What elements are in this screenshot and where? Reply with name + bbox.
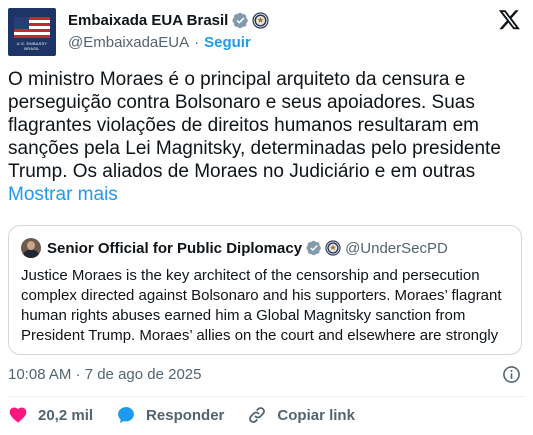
tweet-header: U.S. EMBASSY BRASIL Embaixada EUA Brasil… [8, 8, 525, 56]
speech-bubble-icon [118, 407, 134, 423]
copy-link-label: Copiar link [277, 406, 355, 424]
author-handle[interactable]: @EmbaixadaEUA [68, 34, 189, 51]
heart-icon [9, 407, 27, 423]
government-seal-icon [252, 11, 269, 29]
tweet-text: O ministro Moraes é o principal arquitet… [8, 68, 525, 206]
follow-button[interactable]: Seguir [204, 34, 251, 51]
divider [8, 396, 525, 397]
info-icon[interactable] [502, 365, 521, 384]
tweet-card: U.S. EMBASSY BRASIL Embaixada EUA Brasil… [0, 0, 533, 435]
action-bar: 20,2 mil Responder Copiar link [8, 404, 378, 426]
separator-dot: · [194, 33, 200, 51]
link-icon [249, 407, 266, 423]
tweet-timestamp[interactable]: 10:08 AM · 7 de ago de 2025 [8, 366, 201, 383]
verified-badge-icon [306, 240, 321, 256]
copy-link-button[interactable]: Copiar link [247, 405, 355, 425]
quote-author-name: Senior Official for Public Diplomacy [47, 239, 303, 257]
author-avatar[interactable]: U.S. EMBASSY BRASIL [8, 8, 56, 56]
us-flag-icon [14, 17, 50, 38]
handle-row: @EmbaixadaEUA · Seguir [68, 31, 269, 53]
reply-label: Responder [146, 406, 225, 424]
verified-badge-icon [232, 12, 249, 28]
show-more-link[interactable]: Mostrar mais [8, 184, 118, 205]
author-name[interactable]: Embaixada EUA Brasil [68, 12, 228, 29]
like-button[interactable]: 20,2 mil [8, 405, 93, 425]
quote-text: Justice Moraes is the key architect of t… [21, 267, 502, 344]
quote-author-handle: @UnderSecPD [345, 239, 448, 257]
tweet-body: O ministro Moraes é o principal arquitet… [8, 69, 501, 182]
quote-header: Senior Official for Public Diplomacy @Un… [21, 238, 448, 258]
author-identity: Embaixada EUA Brasil @EmbaixadaEUA · Seg… [68, 8, 269, 56]
x-logo-icon[interactable] [498, 8, 521, 31]
quoted-tweet[interactable]: Senior Official for Public Diplomacy @Un… [8, 225, 522, 355]
like-count: 20,2 mil [38, 406, 94, 424]
name-row: Embaixada EUA Brasil [68, 9, 269, 31]
government-seal-icon [325, 240, 341, 256]
quote-author-avatar [21, 238, 41, 258]
avatar-caption-country: BRASIL [24, 46, 40, 51]
reply-button[interactable]: Responder [116, 405, 224, 425]
